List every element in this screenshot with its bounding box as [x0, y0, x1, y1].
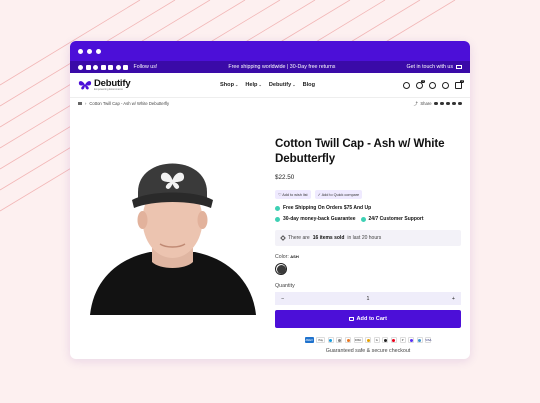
youtube-icon[interactable]: [108, 64, 113, 70]
payment-gpay-icon: [336, 337, 343, 343]
color-swatch-ash[interactable]: [275, 263, 287, 275]
tiktok-icon[interactable]: [115, 64, 121, 70]
feature-money-back: 30-day money-back Guarantee: [275, 216, 356, 222]
check-icon: [275, 216, 280, 222]
wishlist-icon[interactable]: 0: [416, 79, 425, 89]
email-share-icon[interactable]: [458, 101, 462, 106]
account-icon[interactable]: [403, 81, 410, 89]
quantity-input[interactable]: 1: [367, 296, 370, 302]
window-dot-icon: [96, 48, 101, 54]
payment-applepay-icon: Pay: [316, 337, 326, 343]
payment-jcb-icon: [382, 337, 389, 343]
brand-logo[interactable]: Debutify Empowering Ecommerce: [78, 77, 131, 92]
feature-free-shipping: Free Shipping On Orders $75 And Up: [275, 205, 461, 211]
quantity-label: Quantity: [275, 283, 295, 289]
pinterest-share-icon[interactable]: [446, 101, 450, 106]
cart-count-badge: 0: [460, 79, 464, 84]
add-to-wishlist-button[interactable]: ♡ Add to wish list: [275, 190, 311, 199]
butterfly-logo-icon: [78, 81, 92, 90]
breadcrumb: › Cotton Twill Cap - Ash w/ White Debutt…: [70, 98, 470, 109]
payment-discover-icon: DISC: [353, 337, 363, 343]
payment-amex-icon: AMEX: [304, 337, 314, 343]
instagram-icon[interactable]: [100, 64, 106, 70]
payment-ideal-icon: [345, 337, 352, 343]
mail-icon: [456, 65, 462, 69]
chevron-down-icon: ⌄: [258, 82, 262, 87]
announcement-bar: Follow us! Free shipping worldwide | 30-…: [70, 61, 470, 73]
social-links: Follow us!: [78, 64, 157, 70]
nav-item-debutify[interactable]: Debutify⌄: [269, 82, 296, 88]
search-icon[interactable]: [429, 81, 436, 89]
whatsapp-share-icon[interactable]: [452, 101, 456, 106]
announcement-text: Free shipping worldwide | 30-Day free re…: [228, 64, 336, 70]
quantity-increase-button[interactable]: +: [452, 296, 455, 302]
product-title: Cotton Twill Cap - Ash w/ White Debutter…: [275, 137, 445, 165]
facebook-icon[interactable]: [78, 64, 83, 70]
contact-link[interactable]: Get in touch with us: [406, 64, 462, 70]
main-nav: Shop⌄ Help⌄ Debutify⌄ Blog: [220, 82, 315, 88]
share-label: Share: [420, 101, 432, 106]
add-to-cart-button[interactable]: Add to Cart: [275, 310, 461, 328]
share-icon: ⤴: [413, 100, 418, 106]
check-icon: [360, 216, 366, 222]
window-dot-icon: [78, 48, 83, 54]
chevron-down-icon: ⌄: [234, 82, 239, 87]
color-label: Color: ASH: [275, 254, 299, 260]
payment-meta-pay-icon: [365, 337, 372, 343]
model-with-cap-image: [80, 130, 265, 315]
payment-icons: AMEX Pay DISC G P VISA: [275, 337, 461, 343]
feature-support: 24/7 Customer Support: [360, 216, 424, 222]
home-icon[interactable]: [78, 101, 82, 106]
brand-name: Debutify: [94, 77, 131, 89]
product-image[interactable]: [80, 130, 265, 315]
twitter-icon[interactable]: [85, 64, 91, 70]
payment-venmo-icon: [416, 337, 423, 343]
tag-icon: [280, 235, 286, 241]
cart-icon: [349, 317, 354, 321]
payment-google-pay-icon: G: [373, 337, 380, 343]
nav-item-blog[interactable]: Blog: [303, 82, 315, 88]
contact-label: Get in touch with us: [406, 64, 453, 70]
payment-shoppay-icon: [408, 337, 415, 343]
payment-visa-icon: VISA: [425, 337, 432, 343]
payment-bancontact-icon: [327, 337, 334, 343]
product-price: $22.50: [275, 174, 295, 181]
add-to-compare-button[interactable]: ✓ Add to Quick compare: [314, 190, 363, 199]
share-links: ⤴ Share: [414, 101, 462, 107]
breadcrumb-separator: ›: [85, 101, 87, 106]
header-icons: 0 0: [403, 79, 464, 89]
chevron-down-icon: ⌄: [292, 82, 296, 87]
nav-item-help[interactable]: Help⌄: [245, 82, 261, 88]
linkedin-icon[interactable]: [123, 64, 128, 70]
wishlist-count-badge: 0: [421, 79, 425, 84]
facebook-share-icon[interactable]: [434, 101, 438, 106]
brand-tagline: Empowering Ecommerce: [94, 87, 123, 91]
check-icon: [275, 205, 280, 211]
nav-item-shop[interactable]: Shop⌄: [220, 82, 238, 88]
pinterest-icon[interactable]: [93, 64, 98, 70]
window-chrome: [70, 41, 470, 61]
site-header: Debutify Empowering Ecommerce Shop⌄ Help…: [70, 73, 470, 98]
product-info: Cotton Twill Cap - Ash w/ White Debutter…: [275, 136, 461, 354]
window-dot-icon: [87, 48, 92, 54]
globe-icon[interactable]: [442, 81, 449, 89]
twitter-share-icon[interactable]: [440, 101, 444, 106]
payment-mastercard-icon: [390, 337, 397, 343]
items-sold-notice: There are 16 items sold in last 20 hours: [275, 230, 461, 246]
payment-paypal-icon: P: [399, 337, 406, 343]
cart-icon[interactable]: 0: [455, 79, 464, 89]
browser-window: Follow us! Free shipping worldwide | 30-…: [70, 41, 470, 359]
follow-us-label: Follow us!: [133, 64, 158, 70]
secure-checkout-text: Guaranteed safe & secure checkout: [325, 348, 411, 354]
quantity-stepper: − 1 +: [275, 292, 461, 305]
quantity-decrease-button[interactable]: −: [281, 296, 284, 302]
breadcrumb-current: Cotton Twill Cap - Ash w/ White Debutter…: [89, 101, 170, 106]
